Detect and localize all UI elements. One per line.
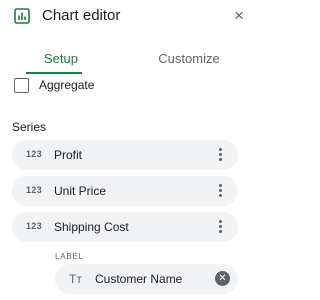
active-tab-indicator [26, 72, 82, 74]
number-type-icon: 123 [26, 185, 42, 195]
series-name: Shipping Cost [54, 220, 129, 234]
close-icon[interactable]: × [234, 7, 244, 25]
series-chip-profit[interactable]: 123 Profit [12, 140, 238, 170]
more-options-icon[interactable] [217, 218, 223, 236]
label-chip-customer-name[interactable]: Tт Customer Name ✕ [55, 264, 238, 294]
tab-customize[interactable]: Customize [126, 51, 252, 67]
label-name: Customer Name [95, 272, 183, 286]
tab-setup[interactable]: Setup [0, 51, 122, 67]
aggregate-label: Aggregate [39, 78, 95, 92]
remove-label-icon[interactable]: ✕ [215, 271, 230, 286]
chart-icon [14, 8, 30, 24]
number-type-icon: 123 [26, 149, 42, 159]
series-name: Profit [54, 148, 83, 162]
series-name: Unit Price [54, 184, 107, 198]
text-type-icon: Tт [69, 272, 82, 286]
editor-tabs: Setup Customize [0, 48, 252, 74]
aggregate-option: Aggregate [12, 77, 212, 95]
more-options-icon[interactable] [217, 146, 223, 164]
series-heading: Series [12, 120, 47, 134]
aggregate-checkbox[interactable] [14, 78, 29, 93]
label-caption: LABEL [55, 252, 84, 261]
number-type-icon: 123 [26, 221, 42, 231]
more-options-icon[interactable] [217, 182, 223, 200]
series-chip-shipping-cost[interactable]: 123 Shipping Cost [12, 212, 238, 242]
series-chip-unit-price[interactable]: 123 Unit Price [12, 176, 238, 206]
chart-editor-header: Chart editor × [0, 0, 252, 34]
panel-title: Chart editor [42, 7, 121, 24]
